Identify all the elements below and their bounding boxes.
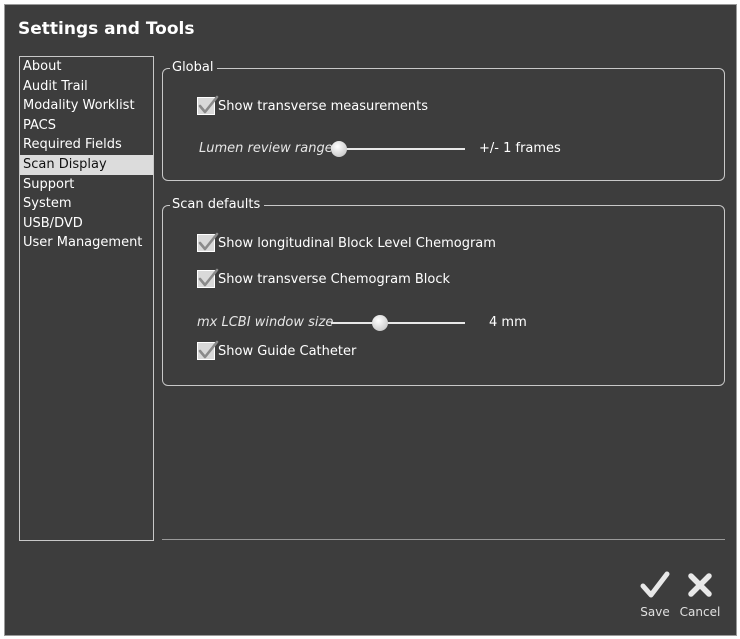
checkmark-icon	[198, 95, 219, 114]
show-transverse-block-checkbox[interactable]: Show transverse Chemogram Block	[197, 268, 451, 288]
lumen-review-range-slider[interactable]	[331, 140, 465, 157]
show-transverse-measurements-checkbox[interactable]: Show transverse measurements	[197, 95, 429, 115]
cancel-button[interactable]: Cancel	[675, 571, 725, 619]
settings-nav-list[interactable]: About Audit Trail Modality Worklist PACS…	[19, 56, 154, 541]
global-group: Global Show transverse measurements Lume…	[162, 59, 725, 181]
show-longitudinal-block-label: Show longitudinal Block Level Chemogram	[218, 235, 496, 251]
checkmark-icon	[198, 268, 219, 287]
nav-item-system[interactable]: System	[20, 194, 153, 214]
lumen-review-range-label: Lumen review range	[199, 141, 333, 156]
show-guide-catheter-label: Show Guide Catheter	[218, 343, 357, 359]
slider-thumb[interactable]	[331, 140, 347, 157]
scan-defaults-legend: Scan defaults	[170, 196, 265, 214]
global-legend: Global	[170, 59, 218, 77]
cancel-label: Cancel	[679, 605, 721, 619]
scan-defaults-group: Scan defaults Show longitudinal Block Le…	[162, 196, 725, 386]
dialog-title: Settings and Tools	[18, 19, 195, 39]
footer-divider	[162, 539, 725, 540]
checkbox-box[interactable]	[197, 268, 219, 288]
checkbox-box[interactable]	[197, 95, 219, 115]
slider-thumb[interactable]	[372, 314, 389, 331]
save-button[interactable]: Save	[630, 571, 680, 619]
save-label: Save	[640, 605, 670, 619]
nav-item-scan-display[interactable]: Scan Display	[20, 154, 153, 175]
show-transverse-block-label: Show transverse Chemogram Block	[218, 271, 451, 287]
settings-dialog: Settings and Tools About Audit Trail Mod…	[4, 4, 737, 636]
show-longitudinal-block-checkbox[interactable]: Show longitudinal Block Level Chemogram	[197, 232, 496, 252]
nav-item-usb-dvd[interactable]: USB/DVD	[20, 214, 153, 234]
close-icon	[688, 573, 712, 597]
lumen-review-range-value: +/- 1 frames	[479, 141, 561, 156]
lcbi-window-size-slider[interactable]	[331, 314, 465, 331]
checkbox-box[interactable]	[197, 340, 219, 360]
show-transverse-measurements-label: Show transverse measurements	[218, 98, 429, 114]
lumen-review-range-row: Lumen review range +/- 1 frames	[199, 140, 561, 157]
show-guide-catheter-checkbox[interactable]: Show Guide Catheter	[197, 340, 357, 360]
nav-item-pacs[interactable]: PACS	[20, 116, 153, 136]
lcbi-window-size-label: mx LCBI window size	[197, 315, 334, 330]
checkmark-icon	[198, 340, 219, 359]
checkmark-icon	[198, 232, 219, 251]
nav-item-audit-trail[interactable]: Audit Trail	[20, 77, 153, 97]
nav-item-modality-worklist[interactable]: Modality Worklist	[20, 96, 153, 116]
checkbox-box[interactable]	[197, 232, 219, 252]
checkmark-icon	[640, 571, 670, 598]
nav-item-about[interactable]: About	[20, 57, 153, 77]
nav-item-required-fields[interactable]: Required Fields	[20, 135, 153, 155]
nav-item-support[interactable]: Support	[20, 175, 153, 195]
nav-item-user-management[interactable]: User Management	[20, 233, 153, 253]
lcbi-window-size-row: mx LCBI window size 4 mm	[197, 314, 527, 331]
lcbi-window-size-value: 4 mm	[489, 315, 527, 330]
